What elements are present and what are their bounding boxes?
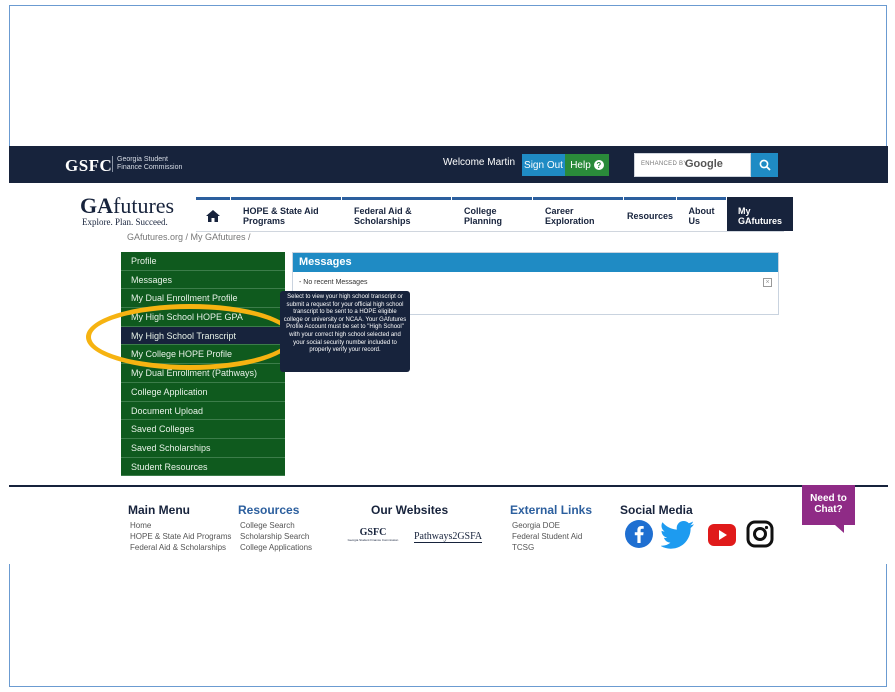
- footer-link[interactable]: College Applications: [240, 542, 312, 553]
- main-nav: HOPE & State Aid Programs Federal Aid & …: [196, 197, 794, 231]
- gsfc-sub-line-1: Georgia Student: [117, 156, 168, 163]
- youtube-icon[interactable]: [708, 524, 736, 546]
- help-label: Help: [570, 159, 591, 171]
- search-google-label: Google: [685, 158, 723, 170]
- breadcrumb[interactable]: GAfutures.org / My GAfutures /: [127, 232, 251, 242]
- footer-resources-title: Resources: [238, 503, 300, 517]
- website-screenshot: GSFC Georgia Student Finance Commission …: [9, 146, 888, 564]
- instagram-icon[interactable]: [746, 520, 774, 548]
- footer-main-menu-title: Main Menu: [128, 503, 190, 517]
- footer-external-links-title: External Links: [510, 503, 593, 517]
- search-enhanced-label: ENHANCED BY: [641, 161, 688, 167]
- nav-home[interactable]: [196, 197, 230, 231]
- need-to-chat-button[interactable]: Need to Chat?: [802, 485, 855, 525]
- footer-link[interactable]: College Search: [240, 520, 312, 531]
- sign-out-button[interactable]: Sign Out: [522, 154, 565, 176]
- home-icon: [206, 209, 220, 222]
- nav-federal-aid[interactable]: Federal Aid & Scholarships: [342, 197, 451, 231]
- nav-hope-state-aid[interactable]: HOPE & State Aid Programs: [231, 197, 341, 231]
- footer-link[interactable]: Federal Aid & Scholarships: [130, 542, 231, 553]
- transcript-tooltip: Select to view your high school transcri…: [280, 291, 410, 372]
- sidebar-item-saved-scholarships[interactable]: Saved Scholarships: [121, 439, 285, 458]
- facebook-icon[interactable]: [624, 519, 654, 549]
- gsfc-footer-logo-sub: Georgia Student Finance Commission: [347, 538, 399, 542]
- gafutures-logo[interactable]: GAfutures: [80, 193, 174, 219]
- sidebar-item-student-resources[interactable]: Student Resources: [121, 458, 285, 477]
- sidebar-item-saved-colleges[interactable]: Saved Colleges: [121, 420, 285, 439]
- nav-career-exploration[interactable]: Career Exploration: [533, 197, 623, 231]
- chat-bubble-tail: [835, 525, 844, 533]
- search-icon: [759, 159, 771, 171]
- footer-external-list: Georgia DOE Federal Student Aid TCSG: [512, 520, 582, 553]
- chat-line-1: Need to: [810, 493, 847, 504]
- messages-title: Messages: [293, 253, 778, 272]
- nav-divider: [196, 231, 784, 232]
- highlight-oval: [86, 304, 294, 370]
- footer-social-media-title: Social Media: [620, 503, 693, 517]
- footer-link[interactable]: Georgia DOE: [512, 520, 582, 531]
- logo-ga: GA: [80, 193, 113, 218]
- sidebar-item-college-application[interactable]: College Application: [121, 383, 285, 402]
- tagline: Explore. Plan. Succeed.: [82, 217, 168, 227]
- gsfc-footer-logo-text: GSFC: [359, 527, 387, 538]
- gsfc-logo-subtitle: Georgia Student Finance Commission: [112, 156, 182, 172]
- search-button[interactable]: [751, 153, 778, 177]
- search-input[interactable]: ENHANCED BY Google: [634, 153, 751, 177]
- gsfc-logo[interactable]: GSFC: [65, 156, 112, 176]
- footer-link[interactable]: Federal Student Aid: [512, 531, 582, 542]
- footer-main-menu-list: Home HOPE & State Aid Programs Federal A…: [130, 520, 231, 553]
- top-bar: GSFC Georgia Student Finance Commission …: [9, 146, 888, 183]
- nav-about-us[interactable]: About Us: [677, 197, 726, 231]
- nav-college-planning[interactable]: College Planning: [452, 197, 532, 231]
- pathways-footer-logo[interactable]: Pathways2GSFA: [414, 531, 483, 543]
- footer-resources-list: College Search Scholarship Search Colleg…: [240, 520, 312, 553]
- gsfc-footer-logo[interactable]: GSFC Georgia Student Finance Commission: [343, 527, 403, 542]
- help-button[interactable]: Help ?: [565, 154, 609, 176]
- welcome-text: Welcome Martin: [443, 157, 516, 168]
- close-icon[interactable]: ×: [763, 278, 772, 287]
- footer-our-websites-title: Our Websites: [371, 503, 449, 517]
- messages-empty-text: - No recent Messages: [299, 279, 368, 286]
- footer-link[interactable]: Scholarship Search: [240, 531, 312, 542]
- footer-link[interactable]: HOPE & State Aid Programs: [130, 531, 231, 542]
- chat-line-2: Chat?: [814, 504, 843, 515]
- twitter-icon[interactable]: [661, 521, 695, 549]
- footer-link[interactable]: Home: [130, 520, 231, 531]
- logo-futures: futures: [113, 193, 175, 218]
- footer-divider: [9, 485, 888, 487]
- nav-my-gafutures[interactable]: My GAfutures: [727, 197, 793, 231]
- footer-link[interactable]: TCSG: [512, 542, 582, 553]
- sidebar-item-profile[interactable]: Profile: [121, 252, 285, 271]
- question-icon: ?: [593, 160, 604, 170]
- nav-resources[interactable]: Resources: [624, 197, 676, 231]
- sidebar-item-document-upload[interactable]: Document Upload: [121, 402, 285, 421]
- sidebar-item-messages[interactable]: Messages: [121, 271, 285, 290]
- gsfc-sub-line-2: Finance Commission: [117, 164, 183, 171]
